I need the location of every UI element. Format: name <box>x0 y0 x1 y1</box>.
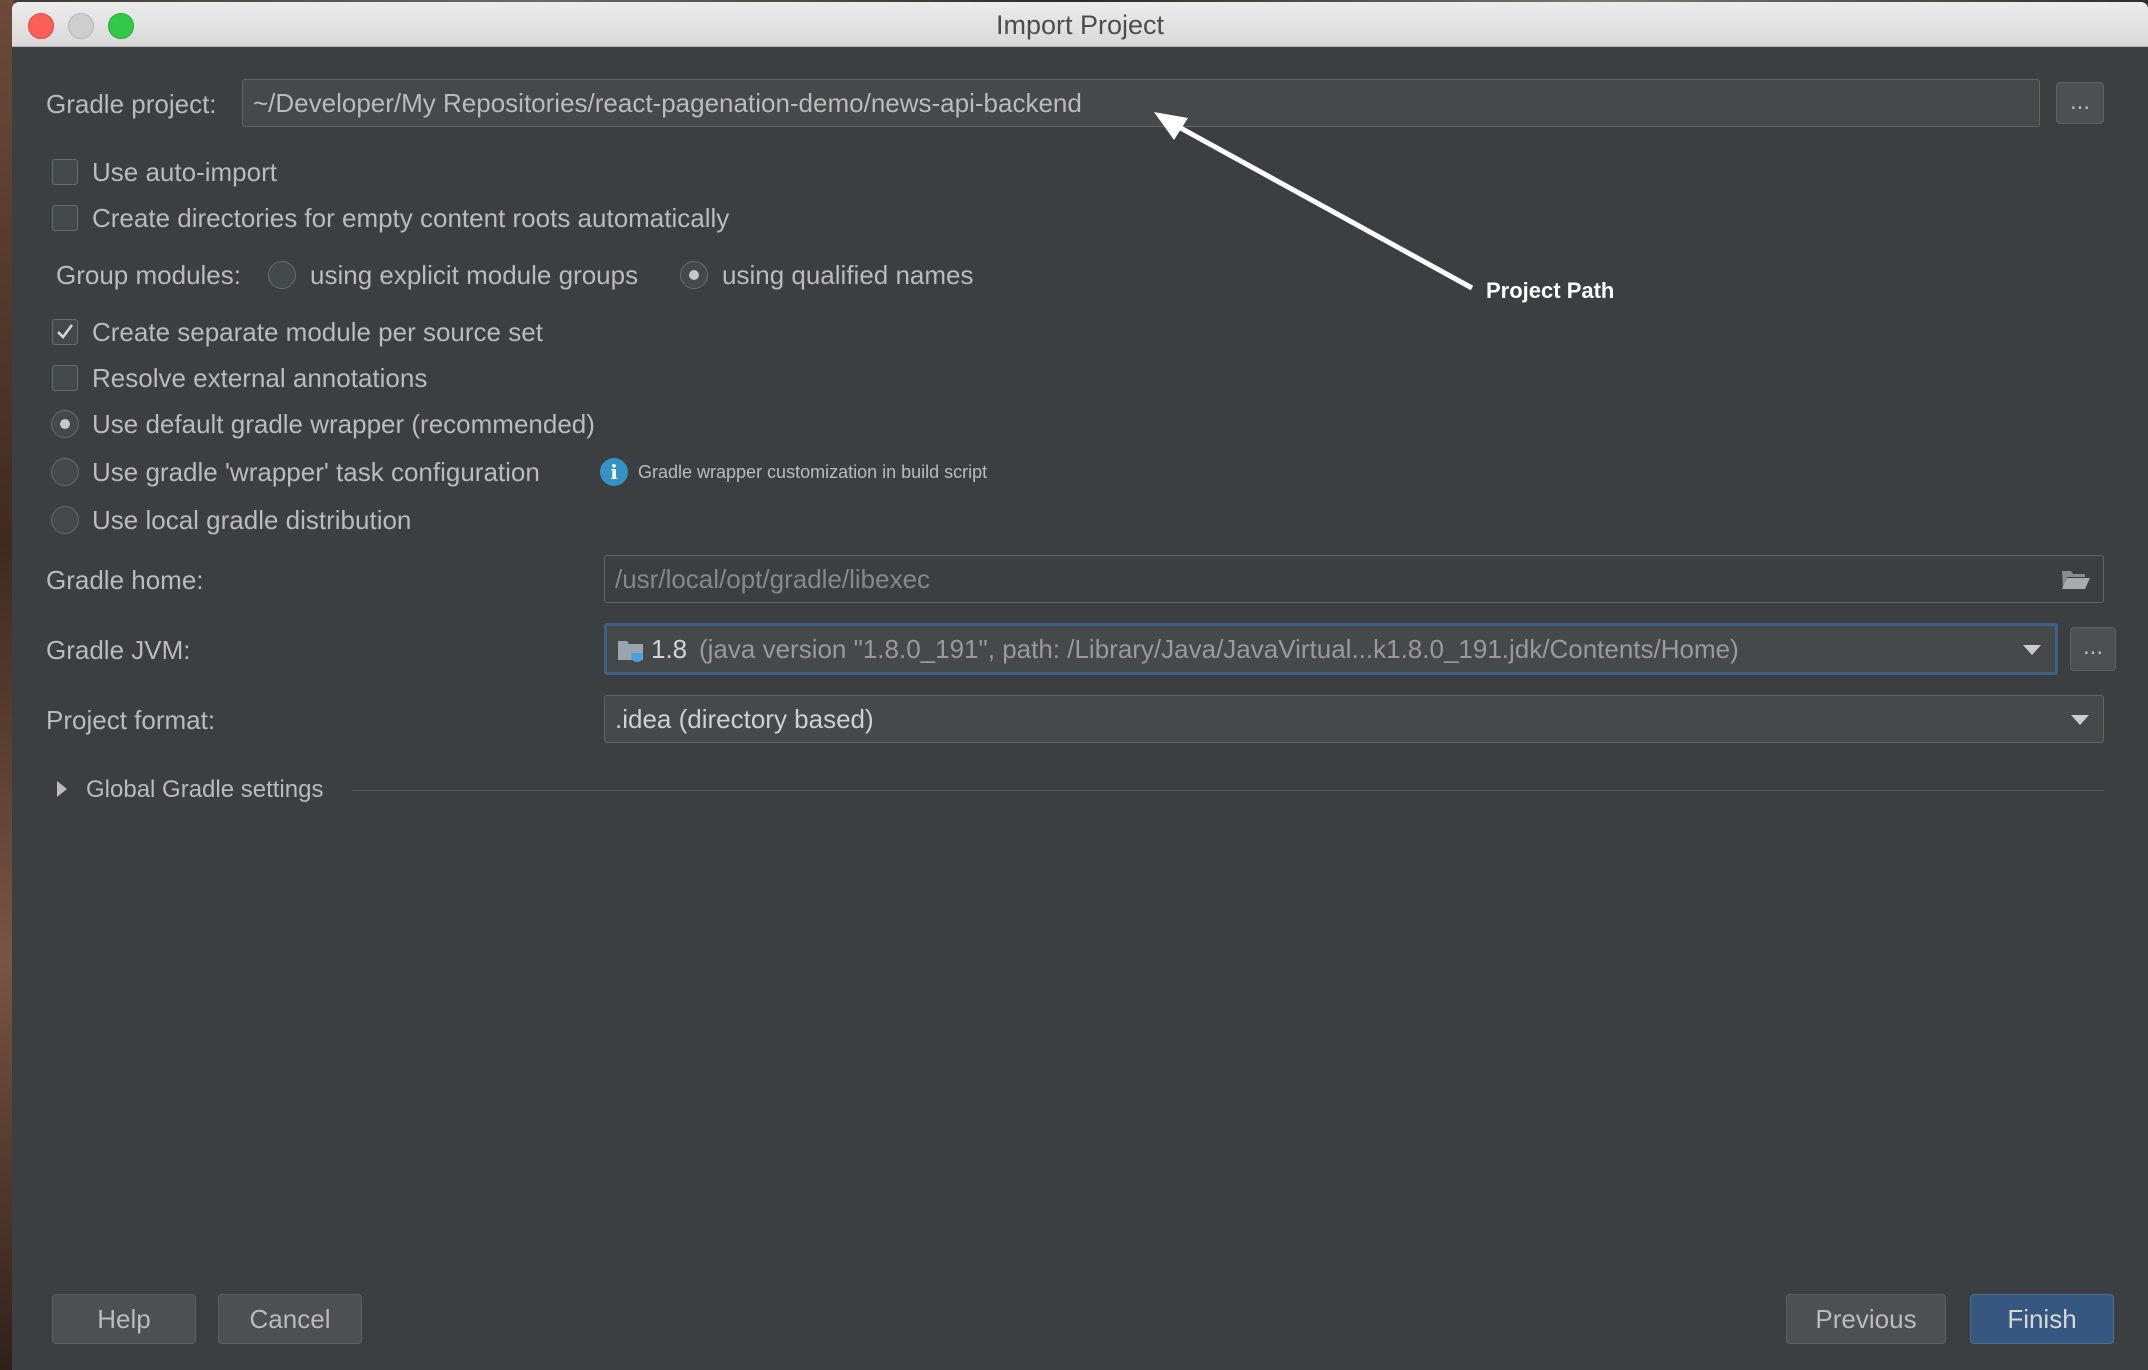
triangle-right-icon[interactable] <box>56 780 68 798</box>
previous-button[interactable]: Previous <box>1786 1294 1946 1344</box>
radio-selected-dot <box>60 419 70 429</box>
gradle-jvm-label: Gradle JVM: <box>46 635 191 665</box>
title-bar: Import Project <box>12 2 2148 47</box>
separate-module-label: Create separate module per source set <box>92 317 543 347</box>
gradle-jvm-combo[interactable]: 1.8 (java version "1.8.0_191", path: /Li… <box>604 623 2058 675</box>
info-icon: i <box>600 458 628 486</box>
wrapper-info-text: Gradle wrapper customization in build sc… <box>638 462 988 482</box>
gradle-project-value: ~/Developer/My Repositories/react-pagena… <box>253 88 1082 118</box>
group-explicit-radio[interactable] <box>268 261 296 289</box>
ellipsis-icon: ... <box>2069 88 2090 115</box>
section-divider <box>352 790 2104 791</box>
wrapper-task-radio[interactable] <box>51 458 79 486</box>
default-wrapper-label: Use default gradle wrapper (recommended) <box>92 409 595 439</box>
folder-open-icon <box>2062 571 2090 589</box>
gradle-project-input[interactable]: ~/Developer/My Repositories/react-pagena… <box>242 79 2040 127</box>
auto-import-checkbox[interactable] <box>52 159 78 185</box>
gradle-jvm-browse-button[interactable]: ... <box>2070 627 2116 671</box>
project-format-combo[interactable]: .idea (directory based) <box>604 695 2104 743</box>
group-qualified-radio[interactable] <box>680 261 708 289</box>
gradle-home-input: /usr/local/opt/gradle/libexec <box>604 555 2104 603</box>
gradle-home-label: Gradle home: <box>46 565 204 595</box>
group-qualified-label: using qualified names <box>722 260 974 290</box>
import-project-dialog: Import Project Gradle project: ~/Develop… <box>12 2 2148 1370</box>
cancel-button[interactable]: Cancel <box>218 1294 362 1344</box>
local-distribution-radio[interactable] <box>51 506 79 534</box>
separate-module-checkbox[interactable] <box>52 319 78 345</box>
chevron-down-icon <box>2071 715 2089 725</box>
help-button[interactable]: Help <box>52 1294 196 1344</box>
create-directories-label: Create directories for empty content roo… <box>92 203 730 233</box>
project-format-value: .idea (directory based) <box>615 704 874 734</box>
auto-import-label: Use auto-import <box>92 157 277 187</box>
gradle-jvm-detail: (java version "1.8.0_191", path: /Librar… <box>699 634 1739 664</box>
local-distribution-label: Use local gradle distribution <box>92 505 412 535</box>
gradle-project-label: Gradle project: <box>46 89 217 119</box>
project-format-label: Project format: <box>46 705 216 735</box>
global-gradle-settings-toggle[interactable]: Global Gradle settings <box>86 774 323 806</box>
gradle-project-browse-button[interactable]: ... <box>2056 82 2104 124</box>
window-title: Import Project <box>995 10 1165 40</box>
wrapper-task-label: Use gradle 'wrapper' task configuration <box>92 457 540 487</box>
radio-selected-dot <box>689 270 699 280</box>
ellipsis-icon: ... <box>2082 633 2103 660</box>
gradle-jvm-version: 1.8 <box>651 634 688 664</box>
group-modules-label: Group modules: <box>56 260 241 290</box>
group-explicit-label: using explicit module groups <box>310 260 639 290</box>
checkmark-icon <box>57 324 74 339</box>
resolve-annotations-label: Resolve external annotations <box>92 363 428 393</box>
default-wrapper-radio[interactable] <box>51 410 79 438</box>
resolve-annotations-checkbox[interactable] <box>52 365 78 391</box>
annotation-arrow <box>1154 112 1474 291</box>
annotation-project-path: Project Path <box>1486 278 1615 303</box>
jdk-folder-icon <box>618 641 643 662</box>
finish-button[interactable]: Finish <box>1970 1294 2114 1344</box>
create-directories-checkbox[interactable] <box>52 205 78 231</box>
gradle-home-value: /usr/local/opt/gradle/libexec <box>615 564 931 594</box>
chevron-down-icon <box>2023 645 2041 655</box>
